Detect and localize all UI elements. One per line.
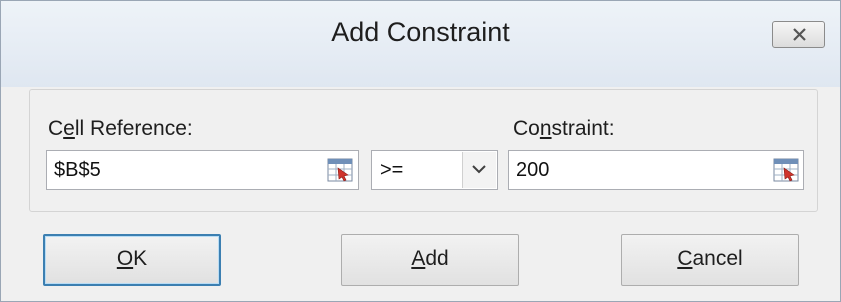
close-button[interactable] bbox=[772, 21, 825, 48]
ok-button[interactable]: OK bbox=[43, 234, 221, 286]
chevron-down-icon bbox=[472, 165, 486, 174]
dialog-title: Add Constraint bbox=[331, 17, 510, 47]
cancel-button[interactable]: Cancel bbox=[621, 234, 799, 286]
cell-reference-value: $B$5 bbox=[54, 159, 101, 181]
cell-reference-field[interactable]: $B$5 bbox=[46, 150, 359, 190]
range-selector-icon bbox=[773, 158, 799, 182]
operator-select[interactable]: >= bbox=[371, 150, 498, 190]
constraint-value: 200 bbox=[516, 159, 550, 181]
close-icon bbox=[793, 28, 806, 41]
constraint-collapse-button[interactable] bbox=[771, 155, 801, 185]
operator-dropdown-button[interactable] bbox=[462, 152, 496, 188]
add-button[interactable]: Add bbox=[341, 234, 519, 286]
cell-reference-collapse-button[interactable] bbox=[325, 155, 355, 185]
constraint-label: Constraint: bbox=[513, 117, 615, 140]
constraint-field[interactable]: 200 bbox=[508, 150, 804, 190]
add-constraint-dialog: Add Constraint Cell Reference: $B$5 >= C… bbox=[0, 0, 841, 302]
constraint-group: Cell Reference: $B$5 >= Constraint: 200 bbox=[29, 89, 818, 212]
title-bar: Add Constraint bbox=[1, 1, 840, 87]
cell-reference-label: Cell Reference: bbox=[48, 117, 193, 140]
range-selector-icon bbox=[327, 158, 353, 182]
operator-value: >= bbox=[380, 159, 404, 181]
